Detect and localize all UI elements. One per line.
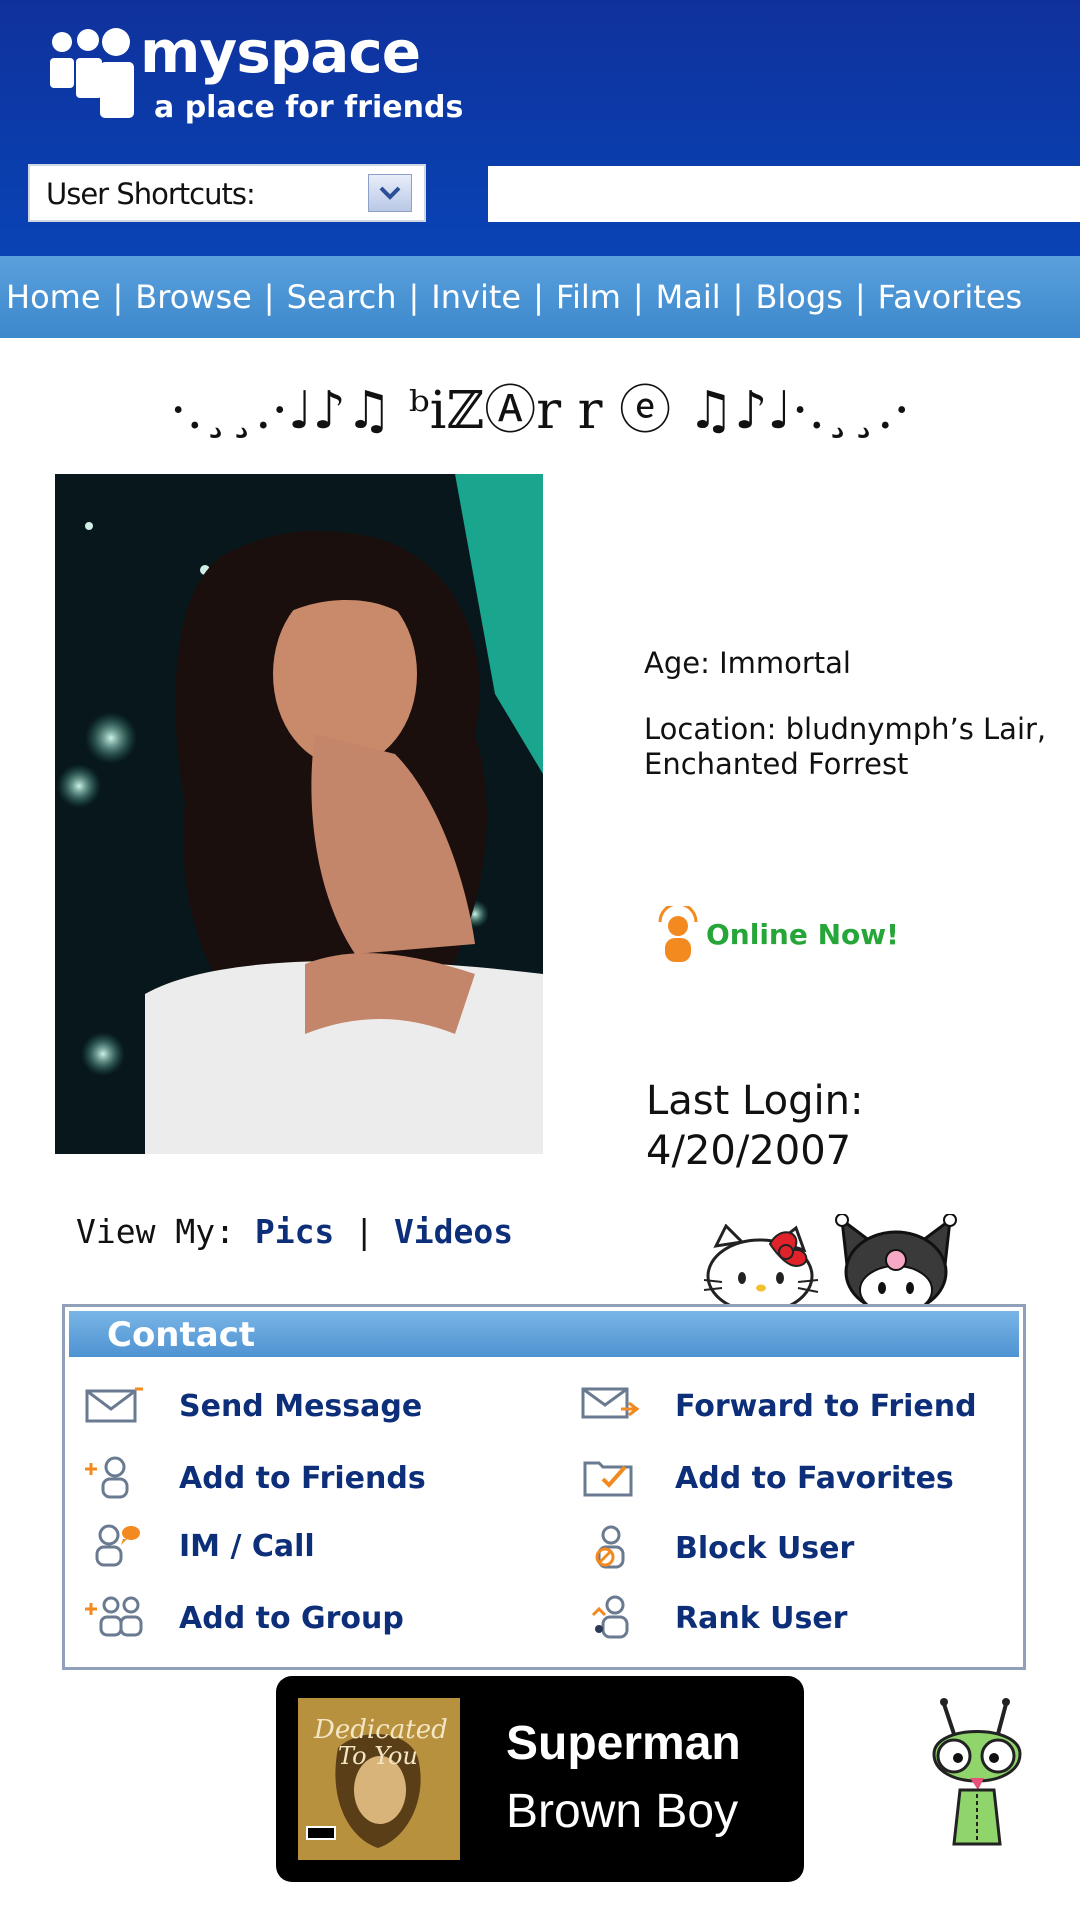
- im-call-icon: [95, 1524, 140, 1567]
- location-line-1: Location: bludnymph’s Lair,: [644, 712, 1047, 746]
- kuromi-sticker-icon: [835, 1214, 957, 1315]
- favorites-folder-icon: [583, 1461, 633, 1497]
- nav-separator: |: [408, 278, 420, 316]
- age-text: Age: Immortal: [644, 646, 851, 680]
- send-message-label: Send Message: [179, 1389, 423, 1424]
- gir-sticker-icon: [932, 1698, 1022, 1846]
- nav-separator: |: [632, 278, 644, 316]
- logo-tagline: a place for friends: [154, 90, 464, 125]
- online-person-icon: [658, 906, 698, 962]
- now-playing-player[interactable]: Dedicated To You Superman Brown Boy: [276, 1676, 804, 1882]
- chevron-down-icon[interactable]: [368, 174, 412, 212]
- forward-to-friend-button[interactable]: Forward to Friend: [579, 1381, 1019, 1431]
- profile-display-name: ·.¸¸.·♩♪♫ ᵇiℤⒶr r ⓔ ♫♪♩·.¸¸.·: [169, 381, 911, 441]
- last-login-date: 4/20/2007: [646, 1128, 852, 1174]
- user-shortcuts-label: User Shortcuts:: [46, 177, 256, 211]
- pics-link[interactable]: Pics: [255, 1212, 334, 1251]
- user-shortcuts-dropdown[interactable]: User Shortcuts:: [28, 164, 426, 222]
- add-to-favorites-label: Add to Favorites: [675, 1461, 954, 1496]
- nav-blogs[interactable]: Blogs: [749, 278, 848, 316]
- view-my-label: View My:: [76, 1212, 235, 1251]
- nav-separator: |: [112, 278, 124, 316]
- contact-header: Contact: [69, 1311, 1019, 1357]
- contact-title: Contact: [107, 1315, 256, 1355]
- profile-photo-illustration: [55, 474, 543, 1154]
- hello-kitty-sticker-icon: [703, 1224, 819, 1314]
- envelope-icon: [85, 1387, 143, 1423]
- add-to-favorites-button[interactable]: Add to Favorites: [579, 1453, 1019, 1503]
- site-header: myspace a place for friends User Shortcu…: [0, 0, 1080, 256]
- add-to-friends-button[interactable]: Add to Friends: [83, 1453, 503, 1503]
- rank-user-button[interactable]: Rank User: [579, 1593, 1019, 1643]
- nav-home[interactable]: Home: [0, 278, 107, 316]
- add-friend-icon: [85, 1456, 129, 1499]
- nav-separator: |: [854, 278, 866, 316]
- last-login: Last Login: 4/20/2007: [646, 1076, 863, 1176]
- rank-user-label: Rank User: [675, 1601, 848, 1636]
- block-user-button[interactable]: Block User: [579, 1523, 1019, 1573]
- send-message-button[interactable]: Send Message: [83, 1381, 503, 1431]
- album-art-title-line2: To You: [338, 1742, 418, 1770]
- song-title: Superman: [506, 1717, 741, 1770]
- im-call-button[interactable]: IM / Call: [83, 1521, 503, 1571]
- rank-user-icon: [591, 1595, 629, 1639]
- logo-text: myspace: [140, 18, 421, 86]
- block-user-label: Block User: [675, 1531, 855, 1566]
- forward-to-friend-label: Forward to Friend: [675, 1389, 977, 1424]
- add-group-icon: [85, 1596, 143, 1637]
- search-input[interactable]: [488, 166, 1080, 222]
- forward-envelope-icon: [581, 1387, 640, 1419]
- main-nav: Home | Browse | Search | Invite | Film |…: [0, 256, 1080, 338]
- nav-separator: |: [263, 278, 275, 316]
- last-login-label: Last Login:: [646, 1078, 864, 1124]
- album-art: Dedicated To You: [298, 1698, 460, 1860]
- album-art-illustration: Dedicated To You: [298, 1698, 460, 1860]
- block-user-icon: [595, 1525, 625, 1569]
- im-call-label: IM / Call: [179, 1529, 315, 1564]
- link-separator: |: [354, 1212, 375, 1251]
- nav-favorites[interactable]: Favorites: [872, 278, 1029, 316]
- videos-link[interactable]: Videos: [394, 1212, 513, 1251]
- contact-box: Contact Send Message Add to Friends IM /…: [62, 1304, 1026, 1670]
- album-art-title-line1: Dedicated: [313, 1715, 448, 1745]
- myspace-people-icon: [50, 28, 134, 118]
- add-to-friends-label: Add to Friends: [179, 1461, 426, 1496]
- online-now-label: Online Now!: [706, 918, 899, 951]
- online-status: Online Now!: [654, 906, 914, 962]
- add-to-group-label: Add to Group: [179, 1601, 404, 1636]
- location-line-2: Enchanted Forrest: [644, 747, 909, 781]
- add-to-group-button[interactable]: Add to Group: [83, 1593, 503, 1643]
- view-my-links: View My: Pics | Videos: [76, 1212, 513, 1251]
- nav-invite[interactable]: Invite: [425, 278, 527, 316]
- profile-photo[interactable]: [55, 474, 543, 1154]
- nav-separator: |: [732, 278, 744, 316]
- nav-mail[interactable]: Mail: [650, 278, 727, 316]
- nav-film[interactable]: Film: [550, 278, 627, 316]
- nav-search[interactable]: Search: [281, 278, 403, 316]
- song-artist: Brown Boy: [506, 1785, 739, 1838]
- nav-separator: |: [533, 278, 544, 316]
- nav-browse[interactable]: Browse: [129, 278, 258, 316]
